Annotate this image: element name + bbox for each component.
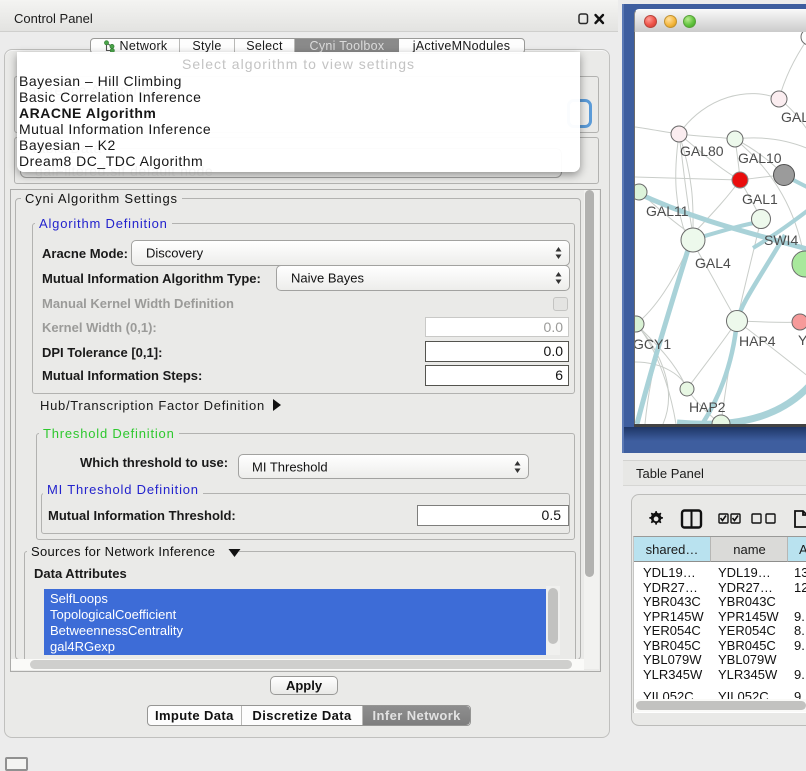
svg-text:YM: YM — [798, 332, 806, 348]
svg-text:GAL11: GAL11 — [646, 203, 689, 219]
svg-text:GAL80: GAL80 — [680, 143, 724, 159]
svg-text:HAP2: HAP2 — [689, 399, 726, 415]
svg-text:GAL4: GAL4 — [695, 255, 731, 271]
svg-text:HAP4: HAP4 — [739, 333, 776, 349]
svg-text:GAL10: GAL10 — [738, 150, 782, 166]
svg-text:GCY1: GCY1 — [635, 336, 671, 352]
svg-text:GAL7: GAL7 — [781, 109, 806, 125]
svg-text:GAL1: GAL1 — [742, 191, 778, 207]
svg-text:SWI4: SWI4 — [764, 232, 798, 248]
